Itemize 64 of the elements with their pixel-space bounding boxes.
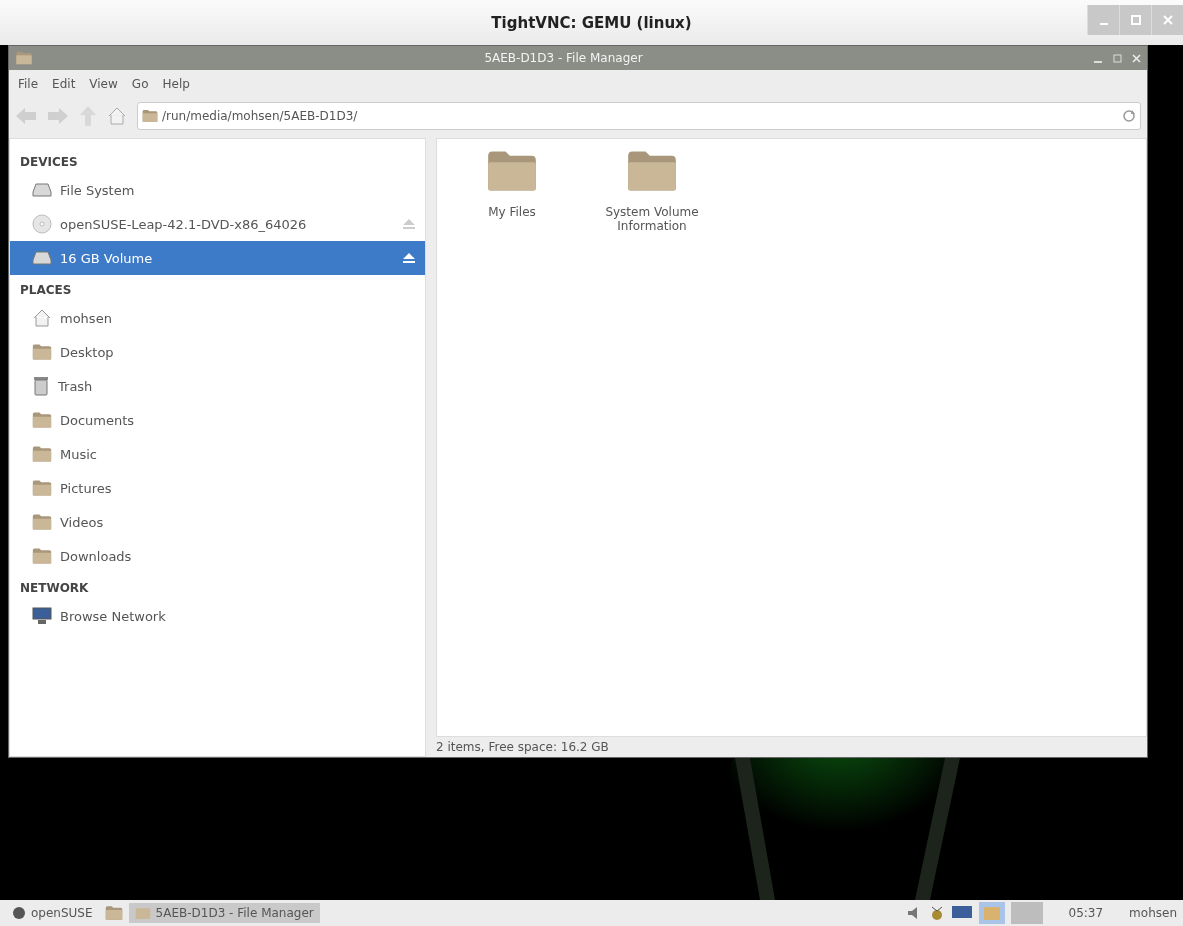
trash-icon	[32, 376, 50, 396]
sidebar-item[interactable]: openSUSE-Leap-42.1-DVD-x86_64026	[10, 207, 425, 241]
file-name[interactable]: System Volume Information	[597, 205, 707, 233]
menu-item[interactable]: View	[84, 77, 123, 91]
network-icon	[32, 606, 52, 626]
section-heading: PLACES	[19, 282, 73, 299]
section-heading: DEVICES	[19, 154, 79, 171]
maximize-button[interactable]	[1119, 5, 1151, 35]
forward-icon[interactable]	[47, 107, 69, 125]
task-button[interactable]: 5AEB-D1D3 - File Manager	[128, 903, 320, 923]
close-button[interactable]	[1132, 53, 1141, 63]
menu-item[interactable]: Edit	[47, 77, 81, 91]
maximize-icon	[1130, 15, 1141, 25]
minimize-icon	[1099, 23, 1108, 25]
section-heading: NETWORK	[19, 580, 90, 597]
folder-icon	[142, 109, 158, 123]
globe-icon	[12, 906, 26, 920]
back-icon[interactable]	[15, 107, 37, 125]
menu-item[interactable]: Help	[157, 77, 195, 91]
sidebar-item[interactable]: Trash	[10, 369, 425, 403]
window-title: 5AEB-D1D3 - File Manager	[483, 51, 644, 65]
file-name[interactable]: My Files	[488, 205, 536, 219]
workspace-switcher[interactable]	[1010, 902, 1043, 924]
folder-icon	[134, 906, 151, 920]
folder-icon	[32, 547, 52, 565]
clock-text: 05:37	[1068, 906, 1104, 920]
home-icon	[32, 308, 52, 328]
sidebar-item[interactable]: Downloads	[10, 539, 425, 573]
home-icon[interactable]	[107, 106, 127, 126]
folder-icon	[626, 149, 678, 193]
user-name: mohsen	[1129, 906, 1177, 920]
menu-item[interactable]: File	[13, 77, 44, 91]
minimize-button[interactable]	[1087, 5, 1119, 35]
drive-icon	[32, 183, 52, 197]
status-text: 2 items, Free space: 16.2 GB	[436, 739, 610, 756]
address-field[interactable]: /run/media/mohsen/5AEB-D1D3/	[137, 102, 1141, 130]
sidebar-item[interactable]: Music	[10, 437, 425, 471]
drive-icon	[32, 251, 52, 265]
eject-icon[interactable]	[403, 253, 415, 263]
menu-item[interactable]: Go	[126, 77, 154, 91]
sidebar-item[interactable]: Videos	[10, 505, 425, 539]
maximize-button[interactable]	[1113, 53, 1122, 63]
sidebar-item[interactable]: 16 GB Volume	[10, 241, 425, 275]
close-button[interactable]	[1151, 5, 1183, 35]
folder-icon	[32, 479, 52, 497]
sidebar-item[interactable]: Pictures	[10, 471, 425, 505]
folder-icon	[486, 149, 538, 193]
folder-icon[interactable]	[978, 902, 1005, 924]
folder-icon	[32, 411, 52, 429]
close-icon	[1162, 15, 1173, 25]
disc-icon	[32, 214, 52, 234]
folder-icon	[15, 51, 33, 65]
sidebar-item[interactable]: mohsen	[10, 301, 425, 335]
start-button[interactable]: openSUSE	[6, 903, 99, 923]
sidebar-item[interactable]: Desktop	[10, 335, 425, 369]
folder-icon	[32, 343, 52, 361]
refresh-icon[interactable]	[1122, 109, 1136, 123]
folder-icon	[104, 905, 123, 921]
sidebar-item[interactable]: File System	[10, 173, 425, 207]
window-title: TightVNC: GEMU (linux)	[491, 13, 692, 32]
folder-icon	[32, 513, 52, 531]
sidebar-item[interactable]: Documents	[10, 403, 425, 437]
folder-icon	[32, 445, 52, 463]
sidebar-item[interactable]: Browse Network	[10, 599, 425, 633]
